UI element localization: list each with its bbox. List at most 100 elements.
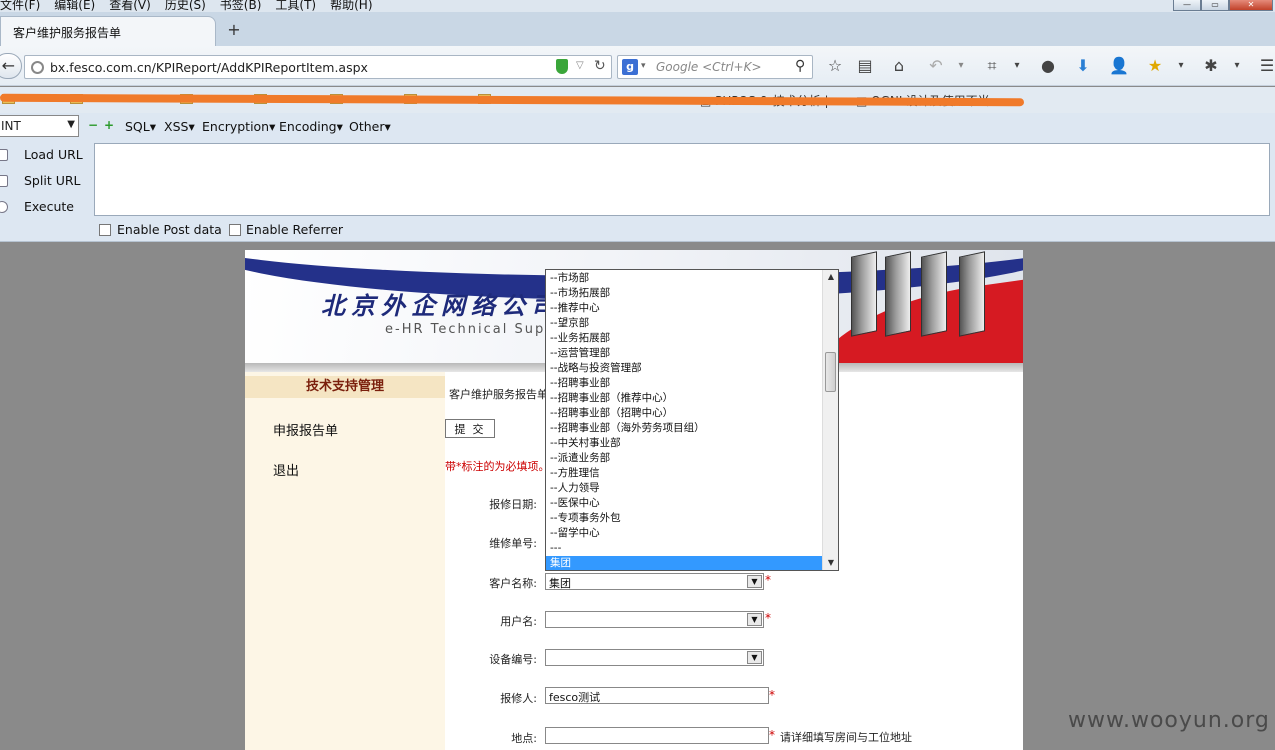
google-icon[interactable]: g <box>622 59 638 75</box>
hackbar-menu-xss[interactable]: XSS▾ <box>164 119 195 134</box>
home-icon[interactable]: ⌂ <box>888 55 910 77</box>
watermark: www.wooyun.org <box>1068 708 1270 733</box>
menu-history[interactable]: 历史(S) <box>165 0 206 12</box>
dropdown-option[interactable]: --战略与投资管理部 <box>546 361 822 376</box>
hackbar-menu-other[interactable]: Other▾ <box>349 119 391 134</box>
decrease-icon[interactable]: − <box>88 118 98 132</box>
load-url-button[interactable]: Load URL <box>24 147 83 162</box>
bug-dropdown-icon[interactable]: ▾ <box>1226 55 1248 77</box>
enable-referrer-label: Enable Referrer <box>246 222 344 237</box>
search-engine-dropdown-icon[interactable]: ▾ <box>641 61 646 71</box>
device-label: 设备编号: <box>489 653 537 666</box>
execute-icon <box>0 201 8 213</box>
dropdown-option[interactable]: --市场部 <box>546 271 822 286</box>
scroll-down-icon[interactable]: ▼ <box>823 556 838 570</box>
enable-referrer-checkbox[interactable] <box>229 224 241 236</box>
chevron-down-icon[interactable]: ▼ <box>747 575 762 588</box>
chevron-down-icon[interactable]: ▼ <box>747 651 762 664</box>
url-history-dropdown-icon[interactable]: ▽ <box>576 60 584 71</box>
repair-no-label: 维修单号: <box>489 537 537 550</box>
globe-icon <box>31 61 44 74</box>
hackbar-menu-encoding[interactable]: Encoding▾ <box>279 119 343 134</box>
hackbar-url-textarea[interactable] <box>94 143 1270 216</box>
device-select[interactable]: ▼ <box>545 649 764 666</box>
tab-active[interactable]: 客户维护服务报告单 <box>0 16 216 46</box>
customer-select[interactable]: 集团 ▼ <box>545 573 764 590</box>
hamburger-menu-icon[interactable]: ☰ <box>1256 55 1275 77</box>
location-input[interactable] <box>545 727 769 744</box>
dropdown-option[interactable]: --招聘事业部 <box>546 376 822 391</box>
reading-list-icon[interactable]: ▤ <box>854 55 876 77</box>
new-tab-button[interactable]: + <box>224 20 244 40</box>
menu-tools[interactable]: 工具(T) <box>275 0 316 12</box>
reload-icon[interactable]: ↻ <box>594 58 606 74</box>
increase-icon[interactable]: + <box>104 118 114 132</box>
dropdown-option[interactable]: --招聘事业部（推荐中心） <box>546 391 822 406</box>
hackbar-menu-encryption[interactable]: Encryption▾ <box>202 119 275 134</box>
hackbar-menu-sql[interactable]: SQL▾ <box>125 119 156 134</box>
close-icon[interactable]: ✕ <box>1229 0 1273 11</box>
scroll-up-icon[interactable]: ▲ <box>823 270 838 284</box>
download-icon[interactable]: ⬇ <box>1072 55 1094 77</box>
search-icon[interactable]: ⚲ <box>795 58 805 74</box>
search-bar[interactable]: g ▾ Google <Ctrl+K> ⚲ <box>617 55 813 79</box>
customer-dropdown-list[interactable]: --市场部 --市场拓展部 --推荐中心 --望京部 --业务拓展部 --运营管理部 --战… <box>545 269 839 571</box>
extension-star-icon[interactable]: ★ <box>1144 55 1166 77</box>
chevron-down-icon: ▼ <box>67 119 75 130</box>
enable-post-checkbox[interactable] <box>99 224 111 236</box>
dropdown-option[interactable]: --派遣业务部 <box>546 451 822 466</box>
required-mark: * <box>765 611 771 625</box>
chevron-down-icon[interactable]: ▼ <box>747 613 762 626</box>
menu-edit[interactable]: 编辑(E) <box>54 0 95 12</box>
location-hint: 请详细填写房间与工位地址 <box>780 731 912 744</box>
dropdown-option[interactable]: --招聘事业部（招聘中心） <box>546 406 822 421</box>
crop-icon[interactable]: ⌗ <box>981 55 1003 77</box>
bug-icon[interactable]: ✱ <box>1200 55 1222 77</box>
dropdown-option[interactable]: --中关村事业部 <box>546 436 822 451</box>
sidebar-link-logout[interactable]: 退出 <box>273 460 299 479</box>
extension-dropdown-icon[interactable]: ▾ <box>1170 55 1192 77</box>
url-bar[interactable]: bx.fesco.com.cn/KPIReport/AddKPIReportIt… <box>24 55 612 79</box>
back-button[interactable]: ← <box>0 53 22 79</box>
dropdown-option[interactable]: --运营管理部 <box>546 346 822 361</box>
submit-button[interactable]: 提 交 <box>445 419 495 438</box>
split-url-button[interactable]: Split URL <box>24 173 81 188</box>
dropdown-option[interactable]: --市场拓展部 <box>546 286 822 301</box>
company-logo-text: 北京外企网络公司 <box>321 291 561 320</box>
username-select[interactable]: ▼ <box>545 611 764 628</box>
star-icon[interactable]: ☆ <box>824 55 846 77</box>
dropdown-option[interactable]: --人力领导 <box>546 481 822 496</box>
required-note: 带*标注的为必填项。 <box>445 460 550 473</box>
dropdown-scrollbar[interactable]: ▲ ▼ <box>822 270 838 570</box>
minimize-icon[interactable]: — <box>1173 0 1201 11</box>
user-icon[interactable]: 👤 <box>1108 55 1130 77</box>
chat-icon[interactable]: ● <box>1037 55 1059 77</box>
hackbar-panel: INT ▼ − + SQL▾ XSS▾ Encryption▾ Encoding… <box>0 113 1275 242</box>
menu-bookmarks[interactable]: 书签(B) <box>220 0 262 12</box>
dropdown-option[interactable]: 集团 <box>546 556 822 570</box>
dropdown-option[interactable]: --医保中心 <box>546 496 822 511</box>
menu-view[interactable]: 查看(V) <box>109 0 151 12</box>
reporter-input[interactable]: fesco测试 <box>545 687 769 704</box>
menu-file[interactable]: 文件(F) <box>0 0 40 12</box>
scrollbar-thumb[interactable] <box>825 352 836 392</box>
dropdown-option[interactable]: --方胜理信 <box>546 466 822 481</box>
sidebar-link-report[interactable]: 申报报告单 <box>273 420 338 439</box>
crop-dropdown-icon[interactable]: ▾ <box>1006 55 1028 77</box>
shield-icon[interactable] <box>556 59 568 74</box>
report-date-label: 报修日期: <box>489 498 537 511</box>
dropdown-option[interactable]: --望京部 <box>546 316 822 331</box>
execute-button[interactable]: Execute <box>24 199 74 214</box>
undo-dropdown-icon[interactable]: ▾ <box>950 55 972 77</box>
dropdown-option[interactable]: --推荐中心 <box>546 301 822 316</box>
maximize-icon[interactable]: ▭ <box>1201 0 1229 11</box>
undo-icon[interactable]: ↶ <box>925 55 947 77</box>
dropdown-option[interactable]: --招聘事业部（海外劳务项目组） <box>546 421 822 436</box>
breadcrumb: 客户维护服务报告单 <box>449 388 548 401</box>
menu-help[interactable]: 帮助(H) <box>330 0 372 12</box>
dropdown-option[interactable]: --留学中心 <box>546 526 822 541</box>
dropdown-option[interactable]: --业务拓展部 <box>546 331 822 346</box>
hackbar-type-select[interactable]: INT ▼ <box>0 115 79 137</box>
dropdown-option[interactable]: --专项事务外包 <box>546 511 822 526</box>
dropdown-option[interactable]: --- <box>546 541 822 556</box>
